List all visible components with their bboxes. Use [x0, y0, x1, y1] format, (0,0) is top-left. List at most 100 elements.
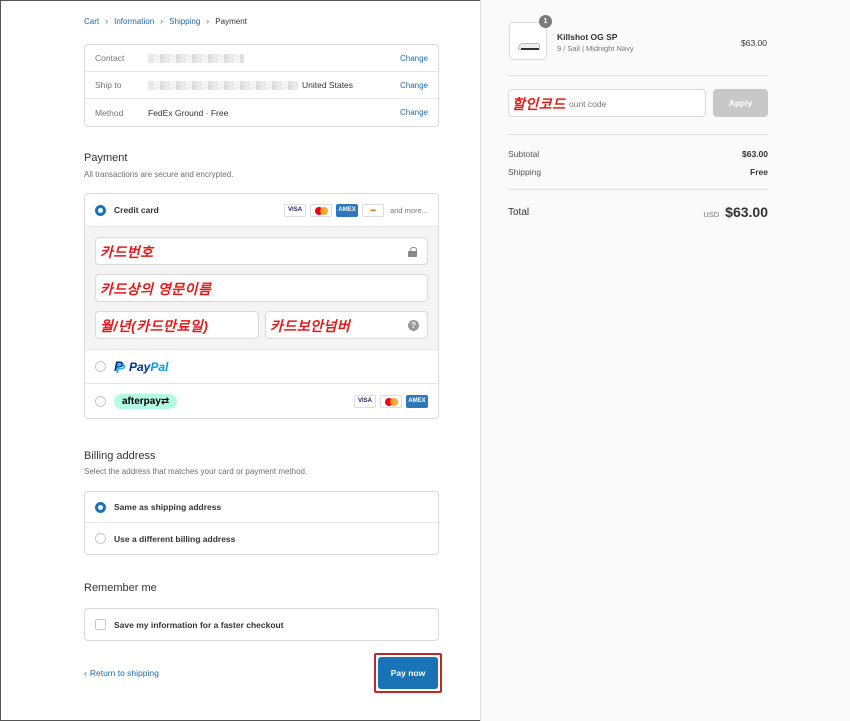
- visa-icon: VISA: [354, 394, 376, 408]
- total-value: $63.00: [725, 204, 768, 220]
- return-label: Return to shipping: [89, 668, 159, 678]
- remember-title: Remember me: [84, 582, 157, 594]
- total-label: Total: [508, 206, 530, 218]
- billing-different-radio[interactable]: [95, 533, 106, 544]
- divider: [508, 134, 768, 135]
- name-on-card-annotation: 카드상의 영문이름: [100, 281, 212, 297]
- checkout-main: Cart › Information › Shipping › Payment …: [0, 0, 480, 721]
- card-number-field[interactable]: 카드번호: [95, 237, 428, 265]
- payment-option-credit-card[interactable]: Credit card VISA AMEX ▬ and more...: [85, 194, 438, 227]
- amex-icon: AMEX: [406, 394, 428, 408]
- product-thumbnail: [509, 22, 547, 60]
- shipping-row: Shipping Free: [508, 167, 768, 177]
- help-icon[interactable]: ?: [408, 320, 419, 331]
- save-info-checkbox[interactable]: [95, 619, 106, 630]
- pay-now-label: Pay now: [378, 657, 438, 689]
- billing-different-option[interactable]: Use a different billing address: [85, 523, 438, 554]
- ship-to-country: United States: [302, 80, 354, 90]
- breadcrumb-shipping[interactable]: Shipping: [169, 17, 200, 26]
- afterpay-card-icons: VISA AMEX: [354, 394, 428, 408]
- name-on-card-field[interactable]: 카드상의 영문이름: [95, 274, 428, 302]
- save-info-option[interactable]: Save my information for a faster checkou…: [85, 609, 438, 640]
- product-name: Killshot OG SP: [557, 32, 618, 42]
- billing-title: Billing address: [84, 450, 156, 462]
- billing-same-label: Same as shipping address: [114, 502, 222, 512]
- return-to-shipping-link[interactable]: ‹ Return to shipping: [84, 668, 159, 678]
- credit-card-fields: 카드번호 카드상의 영문이름 월/년(카드만료일) 카드보안넘버 ?: [85, 227, 438, 350]
- divider: [508, 189, 768, 190]
- breadcrumb-payment: Payment: [215, 16, 247, 26]
- chevron-right-icon: ›: [206, 16, 210, 26]
- review-box: Contact Change Ship to United States Cha…: [84, 44, 439, 127]
- expiry-annotation: 월/년(카드만료일): [100, 318, 209, 334]
- paypal-logo: PayPal: [114, 358, 168, 376]
- billing-options: Same as shipping address Use a different…: [84, 491, 439, 555]
- subtotal-label: Subtotal: [508, 149, 540, 159]
- method-label: Method: [95, 107, 124, 118]
- discount-code-input[interactable]: 할인코드 ount code: [508, 89, 706, 117]
- card-number-annotation: 카드번호: [100, 244, 154, 260]
- ship-to-label: Ship to: [95, 80, 122, 90]
- total-amount: USD $63.00: [703, 204, 768, 220]
- breadcrumb: Cart › Information › Shipping › Payment: [84, 16, 247, 26]
- remember-box: Save my information for a faster checkou…: [84, 608, 439, 641]
- method-row: Method FedEx Ground · Free Change: [85, 99, 438, 126]
- currency-code: USD: [703, 210, 720, 219]
- afterpay-radio[interactable]: [95, 395, 106, 407]
- change-contact-link[interactable]: Change: [400, 54, 428, 63]
- ship-to-row: Ship to United States Change: [85, 72, 438, 99]
- save-info-label: Save my information for a faster checkou…: [114, 619, 284, 630]
- divider: [508, 75, 768, 76]
- lock-icon: [408, 247, 417, 257]
- method-value: FedEx Ground · Free: [148, 107, 229, 118]
- subtotal-row: Subtotal $63.00: [508, 149, 768, 159]
- apply-button[interactable]: Apply: [713, 89, 768, 117]
- credit-card-radio[interactable]: [95, 204, 106, 216]
- product-price: $63.00: [741, 38, 767, 48]
- visa-icon: VISA: [284, 203, 307, 217]
- product-variant: 9 / Sail | Midnight Navy: [557, 44, 634, 53]
- credit-card-label: Credit card: [114, 205, 159, 215]
- more-cards-text: and more...: [390, 205, 428, 215]
- paypal-radio[interactable]: [95, 361, 106, 372]
- pay-now-button[interactable]: Pay now: [374, 653, 442, 693]
- billing-different-label: Use a different billing address: [114, 533, 236, 544]
- afterpay-logo: afterpay⇄: [114, 393, 178, 409]
- total-row: Total USD $63.00: [508, 204, 768, 220]
- billing-subtitle: Select the address that matches your car…: [84, 467, 308, 476]
- contact-label: Contact: [95, 53, 125, 63]
- shipping-label: Shipping: [508, 167, 542, 177]
- card-icons: VISA AMEX ▬ and more...: [284, 203, 428, 217]
- contact-row: Contact Change: [85, 45, 438, 72]
- security-code-field[interactable]: 카드보안넘버 ?: [265, 311, 428, 339]
- discount-annotation: 할인코드: [512, 96, 566, 112]
- change-ship-to-link[interactable]: Change: [400, 81, 428, 90]
- payment-title: Payment: [84, 152, 128, 164]
- ship-to-value: United States: [148, 80, 400, 90]
- payment-option-paypal[interactable]: PayPal: [85, 350, 438, 384]
- chevron-right-icon: ›: [105, 16, 109, 26]
- billing-same-option[interactable]: Same as shipping address: [85, 492, 438, 523]
- quantity-badge: 1: [539, 15, 552, 28]
- payment-subtitle: All transactions are secure and encrypte…: [84, 170, 234, 179]
- shoe-icon: [518, 43, 540, 50]
- paypal-icon: [114, 358, 125, 376]
- expiry-field[interactable]: 월/년(카드만료일): [95, 311, 259, 339]
- breadcrumb-cart[interactable]: Cart: [84, 17, 99, 26]
- payment-methods: Credit card VISA AMEX ▬ and more... 카드번호…: [84, 193, 439, 419]
- address-redacted: [148, 80, 298, 90]
- breadcrumb-information[interactable]: Information: [114, 17, 154, 26]
- mastercard-icon: [310, 203, 333, 217]
- amex-icon: AMEX: [336, 203, 359, 217]
- billing-same-radio[interactable]: [95, 501, 106, 513]
- shipping-value: Free: [750, 167, 768, 177]
- contact-value-redacted: [148, 53, 400, 63]
- chevron-right-icon: ›: [160, 16, 164, 26]
- payment-option-afterpay[interactable]: afterpay⇄ VISA AMEX: [85, 384, 438, 418]
- mastercard-icon: [380, 394, 402, 408]
- order-summary: 1 Killshot OG SP 9 / Sail | Midnight Nav…: [480, 0, 850, 721]
- discover-icon: ▬: [362, 203, 385, 217]
- change-method-link[interactable]: Change: [400, 108, 428, 117]
- chevron-left-icon: ‹: [84, 668, 87, 678]
- discount-placeholder: ount code: [569, 99, 607, 109]
